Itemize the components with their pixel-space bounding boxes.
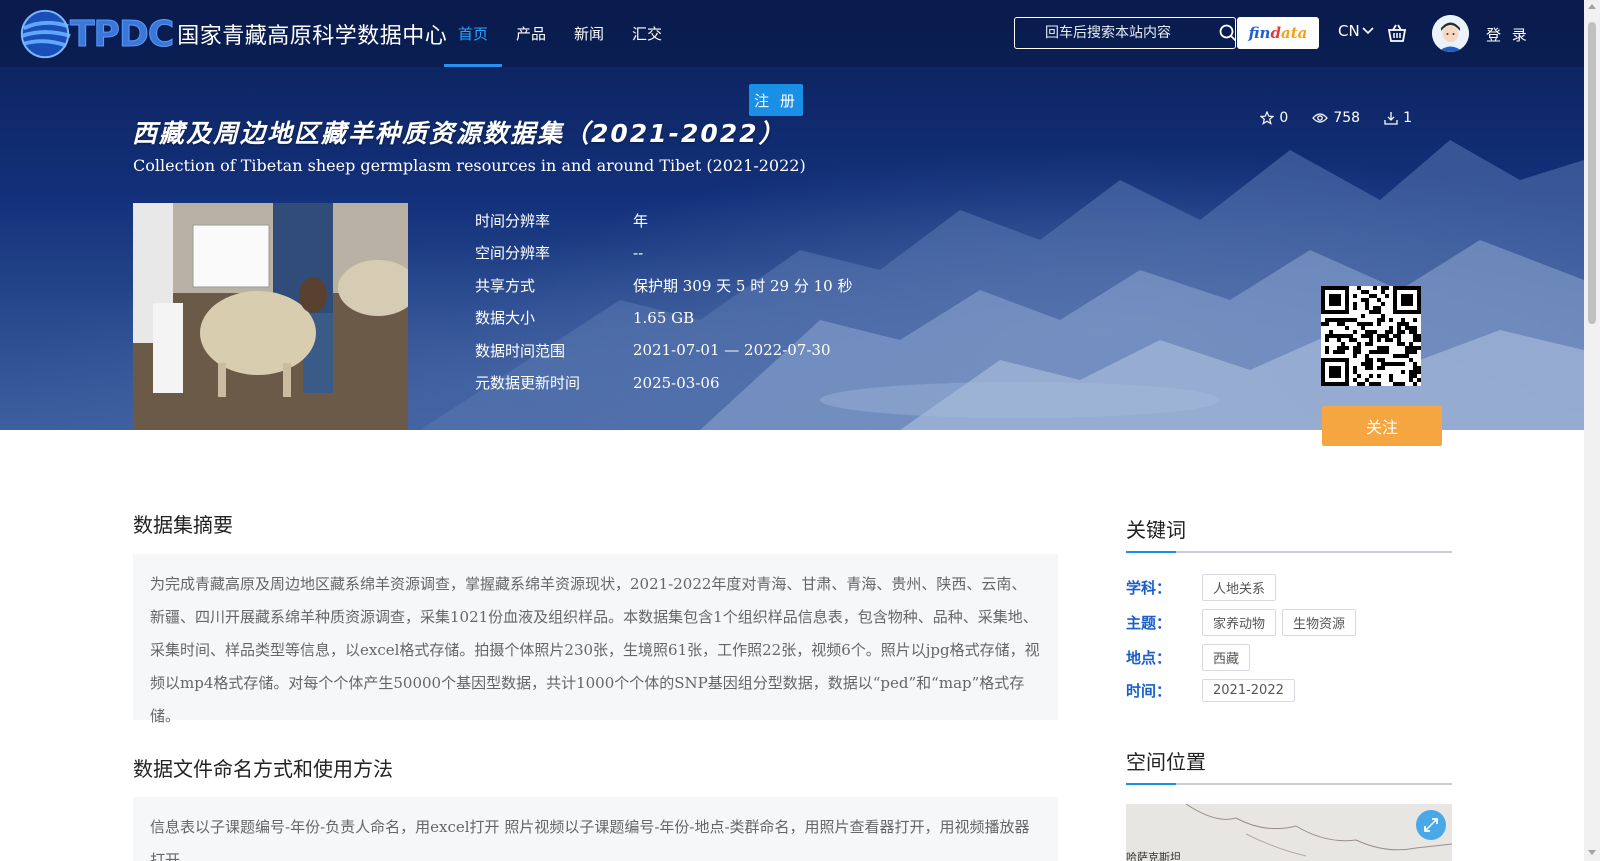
search-box — [1014, 17, 1237, 49]
language-label: CN — [1338, 22, 1360, 40]
site-logo[interactable]: TPDC 国家青藏高原科学数据中心 — [16, 4, 447, 64]
download-icon — [1384, 112, 1398, 125]
scroll-thumb[interactable] — [1588, 22, 1596, 324]
naming-title: 数据文件命名方式和使用方法 — [133, 757, 393, 781]
top-navbar: TPDC 国家青藏高原科学数据中心 首页 产品 新闻 汇交 findata CN — [0, 0, 1584, 67]
keyword-row-discipline: 学科： 人地关系 — [1126, 574, 1282, 601]
follow-button[interactable]: 关注 — [1322, 406, 1442, 446]
keyword-tag[interactable]: 人地关系 — [1202, 574, 1277, 601]
scroll-down-arrow[interactable] — [1588, 850, 1596, 855]
meta-label: 元数据更新时间 — [475, 374, 581, 393]
meta-label: 时间分辨率 — [475, 211, 551, 230]
location-map[interactable]: 哈萨克斯坦 — [1126, 804, 1452, 861]
dataset-title-en: Collection of Tibetan sheep germplasm re… — [133, 156, 806, 175]
meta-label: 空间分辨率 — [475, 244, 551, 263]
dataset-title-cn: 西藏及周边地区藏羊种质资源数据集（2021-2022） — [132, 119, 786, 148]
logo-name: 国家青藏高原科学数据中心 — [177, 24, 448, 49]
meta-row: 时间分辨率 年 — [475, 204, 853, 237]
user-avatar-icon — [1432, 15, 1469, 52]
location-title: 空间位置 — [1126, 746, 1452, 785]
register-button[interactable]: 注 册 — [749, 84, 803, 116]
map-place-label: 哈萨克斯坦 — [1126, 851, 1181, 861]
logo-abbreviation: TPDC — [69, 13, 174, 55]
meta-value: -- — [633, 243, 644, 262]
expand-icon — [1424, 818, 1438, 832]
sheep-photo — [133, 203, 408, 430]
eye-icon — [1312, 113, 1329, 123]
keyword-label: 主题： — [1126, 614, 1172, 632]
language-selector[interactable]: CN — [1338, 22, 1374, 40]
nav-products[interactable]: 产品 — [502, 0, 560, 67]
keyword-label: 学科： — [1126, 579, 1172, 597]
hero-banner: TPDC 国家青藏高原科学数据中心 首页 产品 新闻 汇交 findata CN — [0, 0, 1584, 430]
keyword-tag[interactable]: 生物资源 — [1282, 609, 1357, 636]
globe-logo-icon — [20, 9, 71, 59]
favorites-count: 0 — [1279, 110, 1289, 126]
scroll-up-arrow[interactable] — [1588, 4, 1596, 9]
nav-home[interactable]: 首页 — [444, 0, 503, 67]
nav-submit[interactable]: 汇交 — [618, 0, 676, 67]
meta-row: 共享方式 保护期 309 天 5 时 29 分 10 秒 — [475, 269, 853, 302]
keyword-row-place: 地点： 西藏 — [1126, 644, 1256, 671]
meta-value: 保护期 309 天 5 时 29 分 10 秒 — [633, 276, 853, 295]
downloads-stat: 1 — [1384, 110, 1412, 126]
meta-value: 年 — [633, 211, 649, 230]
login-link[interactable]: 登 录 — [1486, 24, 1530, 45]
abstract-panel: 为完成青藏高原及周边地区藏系绵羊资源调查，掌握藏系绵羊资源现状，2021-202… — [133, 554, 1058, 725]
views-count: 758 — [1333, 110, 1361, 126]
keyword-label: 地点： — [1126, 649, 1172, 667]
meta-label: 共享方式 — [475, 276, 536, 295]
keyword-tag[interactable]: 2021-2022 — [1202, 679, 1295, 702]
page-scrollbar[interactable] — [1584, 0, 1600, 861]
dataset-thumbnail[interactable] — [133, 203, 408, 430]
map-expand-button[interactable] — [1416, 810, 1446, 840]
keyword-tag[interactable]: 西藏 — [1202, 644, 1251, 671]
meta-value: 1.65 GB — [633, 308, 695, 327]
main-nav: 首页 产品 新闻 汇交 — [444, 0, 676, 67]
meta-row: 元数据更新时间 2025-03-06 — [475, 367, 853, 400]
keyword-label: 时间： — [1126, 682, 1172, 700]
nav-news[interactable]: 新闻 — [560, 0, 618, 67]
abstract-title: 数据集摘要 — [133, 513, 233, 537]
abstract-text: 为完成青藏高原及周边地区藏系绵羊资源调查，掌握藏系绵羊资源现状，2021-202… — [150, 575, 1040, 725]
keyword-tag[interactable]: 家养动物 — [1202, 609, 1277, 636]
dataset-stats: 0 758 1 — [1260, 110, 1412, 126]
meta-label: 数据大小 — [475, 309, 536, 328]
star-icon — [1260, 111, 1275, 125]
meta-label: 数据时间范围 — [475, 341, 566, 360]
favorites-stat[interactable]: 0 — [1260, 110, 1288, 126]
keyword-row-theme: 主题： 家养动物 生物资源 — [1126, 609, 1362, 636]
meta-row: 数据时间范围 2021-07-01 — 2022-07-30 — [475, 334, 853, 367]
downloads-count: 1 — [1403, 110, 1412, 126]
views-stat: 758 — [1312, 110, 1360, 126]
qr-code — [1321, 286, 1421, 386]
naming-text: 信息表以子课题编号-年份-负责人命名，用excel打开 照片视频以子课题编号-年… — [150, 818, 1030, 861]
naming-panel: 信息表以子课题编号-年份-负责人命名，用excel打开 照片视频以子课题编号-年… — [133, 797, 1058, 861]
meta-value: 2025-03-06 — [633, 373, 720, 392]
keywords-title: 关键词 — [1126, 514, 1452, 553]
search-input[interactable] — [1015, 25, 1219, 41]
meta-value: 2021-07-01 — 2022-07-30 — [633, 341, 831, 360]
meta-row: 数据大小 1.65 GB — [475, 302, 853, 335]
findata-button[interactable]: fin d ata — [1237, 17, 1319, 49]
search-icon[interactable] — [1219, 18, 1237, 48]
chevron-down-icon — [1362, 27, 1374, 35]
meta-row: 空间分辨率 -- — [475, 237, 853, 270]
keyword-row-time: 时间： 2021-2022 — [1126, 679, 1301, 702]
dataset-metadata: 时间分辨率 年 空间分辨率 -- 共享方式 保护期 309 天 5 时 29 分… — [475, 204, 853, 399]
avatar[interactable] — [1432, 15, 1469, 52]
cart-icon[interactable] — [1386, 22, 1408, 44]
